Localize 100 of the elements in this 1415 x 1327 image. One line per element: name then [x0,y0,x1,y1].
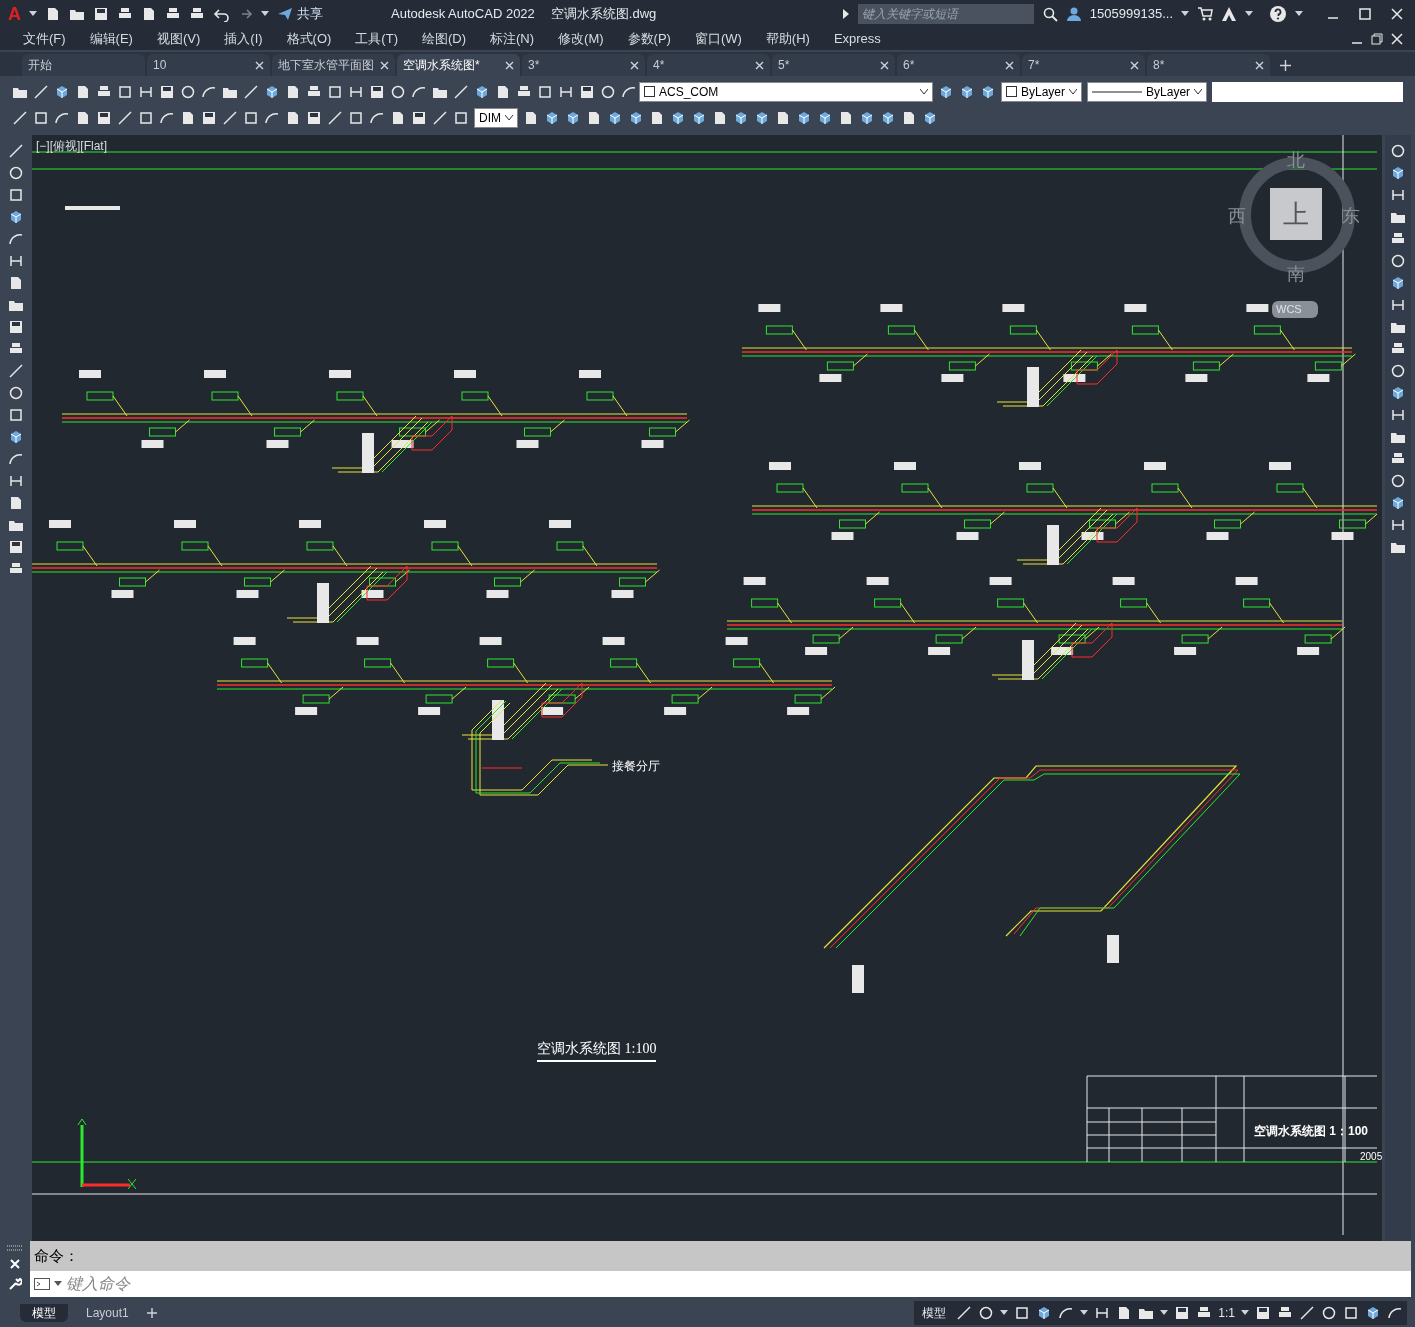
model-space-button[interactable]: 模型 [918,1304,951,1322]
square-icon[interactable] [453,110,469,126]
caret-icon[interactable] [920,88,928,95]
cube-icon[interactable] [959,83,975,100]
square-icon[interactable] [117,83,133,100]
cube-icon[interactable] [754,110,770,126]
menu-item[interactable]: Express [822,29,892,49]
cube-icon[interactable] [859,110,875,126]
document-tab[interactable]: 地下室水管平面图 [272,54,395,76]
square-icon[interactable] [8,187,24,203]
page-icon[interactable] [285,83,301,100]
line-icon[interactable] [327,110,343,126]
page-icon[interactable] [45,6,61,22]
cube-icon[interactable] [1390,385,1406,401]
bracket-icon[interactable] [1390,407,1406,423]
menu-item[interactable]: 窗口(W) [683,29,753,49]
cube-icon[interactable] [733,110,749,126]
layout-tab[interactable]: Layout1 [74,1304,141,1322]
close-icon[interactable] [1391,8,1403,20]
document-tab[interactable]: 8* [1147,54,1270,76]
bracket-icon[interactable] [1390,517,1406,533]
page-icon[interactable] [901,110,917,126]
line-icon[interactable] [432,110,448,126]
square-icon[interactable] [138,110,154,126]
cube-icon[interactable] [1390,275,1406,291]
circle-icon[interactable] [1390,143,1406,159]
cube-icon[interactable] [628,110,644,126]
close-icon[interactable] [1130,60,1139,70]
compass-west[interactable]: 西 [1228,203,1246,230]
arc-icon[interactable] [8,451,24,467]
page-icon[interactable] [75,110,91,126]
cube-icon[interactable] [938,83,954,100]
line-icon[interactable] [1299,1305,1315,1321]
menu-item[interactable]: 修改(M) [547,29,615,49]
cube-icon[interactable] [607,110,623,126]
paper-plane-icon[interactable] [277,6,293,22]
menu-item[interactable]: 参数(P) [616,29,682,49]
grip-icon[interactable] [7,1245,23,1251]
maximize-icon[interactable] [1359,8,1371,20]
menu-item[interactable]: 视图(V) [145,29,212,49]
line-icon[interactable] [12,110,28,126]
caret-icon[interactable] [505,115,513,121]
caret-icon[interactable] [1295,11,1303,17]
cube-icon[interactable] [54,83,70,100]
line-icon[interactable] [33,83,49,100]
page-icon[interactable] [586,110,602,126]
square-icon[interactable] [1343,1305,1359,1321]
circle-icon[interactable] [180,83,196,100]
arc-icon[interactable] [8,231,24,247]
dimension-style-dropdown[interactable]: DIM [474,108,518,128]
page-icon[interactable] [180,110,196,126]
square-icon[interactable] [33,110,49,126]
command-input[interactable]: 键入命令 [66,1271,1411,1297]
bracket-icon[interactable] [1094,1305,1111,1321]
close-icon[interactable] [880,60,889,70]
caret-icon[interactable] [1160,1310,1169,1316]
close-icon[interactable] [505,60,514,70]
bracket-icon[interactable] [1390,297,1406,313]
document-tab[interactable]: 10 [147,54,270,76]
wrench-icon[interactable] [8,1277,22,1291]
arc-icon[interactable] [159,110,175,126]
square-icon[interactable] [327,83,343,100]
circle-icon[interactable] [978,1305,995,1321]
arc-icon[interactable] [369,110,385,126]
page-icon[interactable] [285,110,301,126]
page-icon[interactable] [649,110,665,126]
page-icon[interactable] [8,495,24,511]
restore-icon[interactable] [1371,33,1383,45]
line-icon[interactable] [222,110,238,126]
document-tab[interactable]: 3* [522,54,645,76]
cube-icon[interactable] [8,209,24,225]
menu-item[interactable]: 格式(O) [275,29,343,49]
user-name[interactable]: 1505999135... [1089,4,1173,24]
cube-icon[interactable] [8,429,24,445]
page-icon[interactable] [523,110,539,126]
page-icon[interactable] [141,6,157,22]
user-icon[interactable] [1065,6,1082,22]
circle-icon[interactable] [8,165,24,181]
cube-icon[interactable] [670,110,686,126]
cube-icon[interactable] [1365,1305,1381,1321]
cart-icon[interactable] [1197,6,1213,22]
line-icon[interactable] [243,83,259,100]
undo-icon[interactable] [213,6,229,22]
page-icon[interactable] [495,83,511,100]
circle-icon[interactable] [600,83,616,100]
circle-icon[interactable] [8,385,24,401]
bracket-icon[interactable] [8,253,24,269]
cube-icon[interactable] [980,83,996,100]
line-icon[interactable] [956,1305,973,1321]
menu-item[interactable]: 帮助(H) [754,29,821,49]
square-icon[interactable] [348,110,364,126]
line-icon[interactable] [8,363,24,379]
close-icon[interactable] [1391,33,1403,45]
cube-icon[interactable] [565,110,581,126]
search-field[interactable]: 键入关键字或短语 [857,4,1034,24]
a-mark-icon[interactable] [1221,6,1237,22]
page-icon[interactable] [712,110,728,126]
menu-item[interactable]: 文件(F) [12,29,77,49]
line-icon[interactable] [8,143,24,159]
linetype-dropdown[interactable]: ByLayer [1087,81,1208,102]
